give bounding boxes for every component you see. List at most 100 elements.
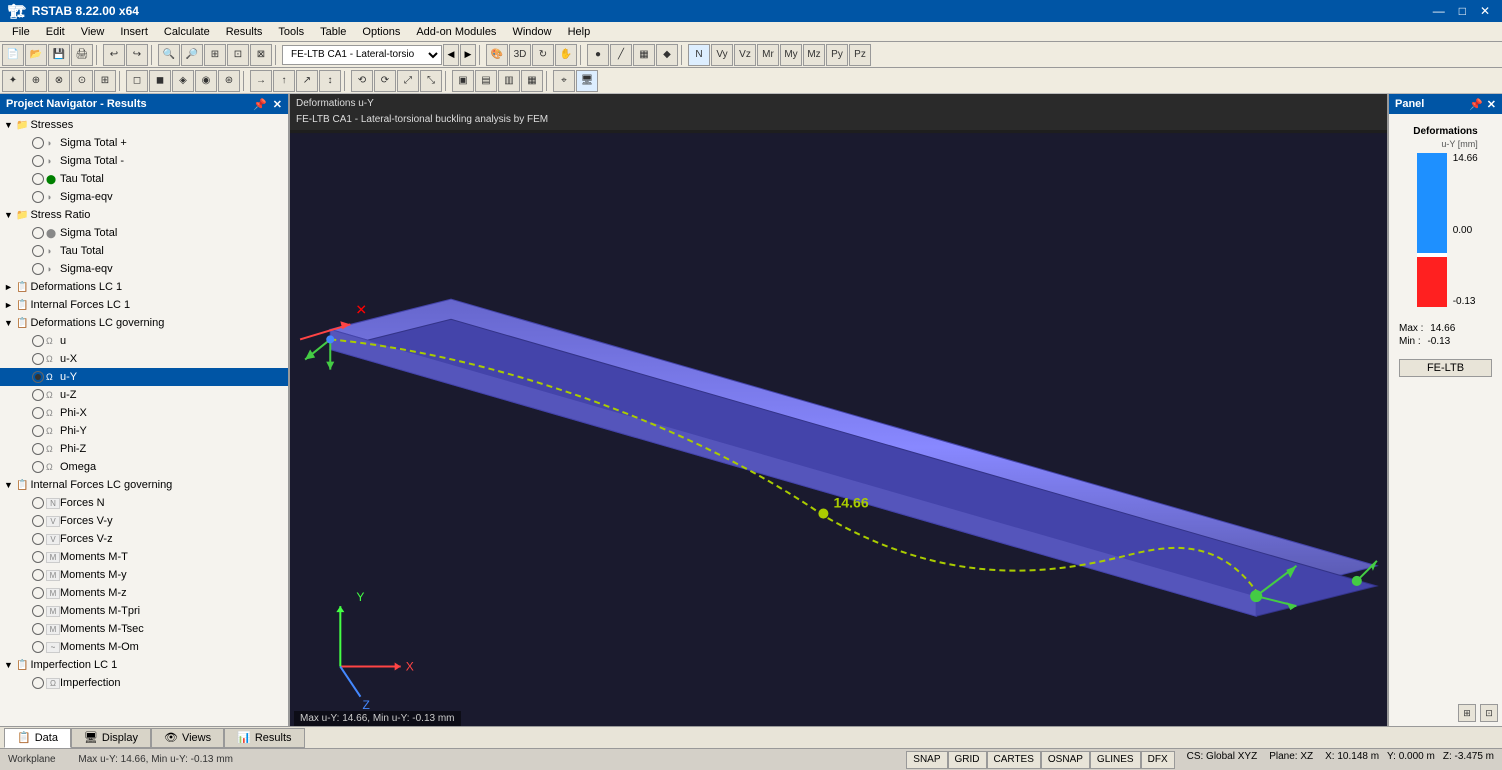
tb-result5[interactable]: My — [780, 44, 802, 66]
minimize-button[interactable]: — — [1429, 4, 1449, 18]
tree-item-phi-y[interactable]: Ω Phi-Y — [0, 422, 288, 440]
toggle-deform-lc1[interactable]: ► — [4, 282, 16, 292]
tab-views[interactable]: 👁 Views — [151, 728, 224, 748]
tb-3d[interactable]: 3D — [509, 44, 531, 66]
menu-view[interactable]: View — [73, 24, 113, 40]
tb2-3[interactable]: ⊗ — [48, 70, 70, 92]
ca-next[interactable]: ▶ — [460, 44, 476, 66]
tb-render[interactable]: 🎨 — [486, 44, 508, 66]
tb2-8[interactable]: ◈ — [172, 70, 194, 92]
snap-btn[interactable]: SNAP — [906, 751, 947, 769]
tb2-7[interactable]: ◼ — [149, 70, 171, 92]
left-panel-pin[interactable]: 📌 — [253, 98, 267, 111]
tb-redo[interactable]: ↪ — [126, 44, 148, 66]
right-panel-pin[interactable]: 📌 — [1469, 98, 1483, 111]
tree-item-sigma-total-plus[interactable]: ◑ Sigma Total + — [0, 134, 288, 152]
tb-surface[interactable]: ▦ — [633, 44, 655, 66]
tb2-9[interactable]: ◉ — [195, 70, 217, 92]
viewport-canvas[interactable]: X Z Y — [290, 130, 1387, 726]
tb2-18[interactable]: ⤡ — [420, 70, 442, 92]
tb-zoom-all[interactable]: ⊞ — [204, 44, 226, 66]
menu-addon[interactable]: Add-on Modules — [408, 24, 504, 40]
tree-item-intforces-lcgov[interactable]: ▼ 📋 Internal Forces LC governing — [0, 476, 288, 494]
tb2-20[interactable]: ▤ — [475, 70, 497, 92]
tree-item-imperfection[interactable]: Ω Imperfection — [0, 674, 288, 692]
tree-item-tau-total[interactable]: ⬤ Tau Total — [0, 170, 288, 188]
close-button[interactable]: ✕ — [1476, 4, 1494, 18]
tree-item-deform-lcgov[interactable]: ▼ 📋 Deformations LC governing — [0, 314, 288, 332]
tb2-5[interactable]: ⊞ — [94, 70, 116, 92]
tree-item-phi-z[interactable]: Ω Phi-Z — [0, 440, 288, 458]
tree-item-stress-ratio[interactable]: ▼ 📁 Stress Ratio — [0, 206, 288, 224]
tb-zoom-in[interactable]: 🔍 — [158, 44, 180, 66]
tb-line[interactable]: ╱ — [610, 44, 632, 66]
tb2-15[interactable]: ⟲ — [351, 70, 373, 92]
toggle-stress-ratio[interactable]: ▼ — [4, 210, 16, 220]
tb-result7[interactable]: Py — [826, 44, 848, 66]
cartes-btn[interactable]: CARTES — [987, 751, 1041, 769]
grid-btn[interactable]: GRID — [948, 751, 987, 769]
tree-item-moments-mtpri[interactable]: M Moments M-Tpri — [0, 602, 288, 620]
tb-zoom-sel[interactable]: ⊠ — [250, 44, 272, 66]
menu-file[interactable]: File — [4, 24, 38, 40]
menu-tools[interactable]: Tools — [270, 24, 312, 40]
tb2-19[interactable]: ▣ — [452, 70, 474, 92]
tb2-2[interactable]: ⊕ — [25, 70, 47, 92]
tree-item-sr-sigma-total[interactable]: ⬤ Sigma Total — [0, 224, 288, 242]
tree-item-intforces-lc1[interactable]: ► 📋 Internal Forces LC 1 — [0, 296, 288, 314]
tab-display[interactable]: 🖥 Display — [71, 728, 151, 748]
tb2-22[interactable]: ▦ — [521, 70, 543, 92]
ca-selector[interactable]: FE-LTB CA1 - Lateral-torsio — [282, 45, 442, 65]
maximize-button[interactable]: □ — [1455, 4, 1470, 18]
tree-item-sigma-total-minus[interactable]: ◑ Sigma Total - — [0, 152, 288, 170]
tree-item-forces-n[interactable]: N Forces N — [0, 494, 288, 512]
fetb-button[interactable]: FE-LTB — [1399, 359, 1492, 377]
tb2-14[interactable]: ↕ — [319, 70, 341, 92]
tree-item-u-z[interactable]: Ω u-Z — [0, 386, 288, 404]
glines-btn[interactable]: GLINES — [1090, 751, 1141, 769]
tb-undo[interactable]: ↩ — [103, 44, 125, 66]
toggle-imperfection-lc1[interactable]: ▼ — [4, 660, 16, 670]
tb-result8[interactable]: Pz — [849, 44, 871, 66]
tab-results[interactable]: 📊 Results — [224, 728, 304, 748]
tb-pan[interactable]: ✋ — [555, 44, 577, 66]
tree-item-moments-mom[interactable]: ~ Moments M-Om — [0, 638, 288, 656]
tb-print[interactable]: 🖨 — [71, 44, 93, 66]
tree-item-phi-x[interactable]: Ω Phi-X — [0, 404, 288, 422]
tb-result3[interactable]: Vz — [734, 44, 756, 66]
tree-item-forces-vy[interactable]: V Forces V-y — [0, 512, 288, 530]
tb2-12[interactable]: ↑ — [273, 70, 295, 92]
toggle-deform-lcgov[interactable]: ▼ — [4, 318, 16, 328]
tb2-16[interactable]: ⟳ — [374, 70, 396, 92]
toggle-intforces-lcgov[interactable]: ▼ — [4, 480, 16, 490]
menu-results[interactable]: Results — [218, 24, 271, 40]
tree-item-u-x[interactable]: Ω u-X — [0, 350, 288, 368]
tree-item-moments-mz[interactable]: M Moments M-z — [0, 584, 288, 602]
tb-rotate[interactable]: ↻ — [532, 44, 554, 66]
tree-item-sr-sigma-eqv[interactable]: ◑ Sigma-eqv — [0, 260, 288, 278]
dfx-btn[interactable]: DFX — [1141, 751, 1175, 769]
menu-help[interactable]: Help — [560, 24, 599, 40]
tree-item-u[interactable]: Ω u — [0, 332, 288, 350]
menu-insert[interactable]: Insert — [112, 24, 156, 40]
tree-item-moments-mt[interactable]: M Moments M-T — [0, 548, 288, 566]
tb-node[interactable]: ● — [587, 44, 609, 66]
tb2-4[interactable]: ⊙ — [71, 70, 93, 92]
tb-result4[interactable]: Mr — [757, 44, 779, 66]
tb2-17[interactable]: ⤢ — [397, 70, 419, 92]
toggle-intforces-lc1[interactable]: ► — [4, 300, 16, 310]
tree-item-deform-lc1[interactable]: ► 📋 Deformations LC 1 — [0, 278, 288, 296]
menu-edit[interactable]: Edit — [38, 24, 73, 40]
tb-result1[interactable]: N — [688, 44, 710, 66]
tree-item-moments-mtsec[interactable]: M Moments M-Tsec — [0, 620, 288, 638]
tree-item-omega[interactable]: Ω Omega — [0, 458, 288, 476]
tb2-1[interactable]: ✦ — [2, 70, 24, 92]
tree-item-stresses[interactable]: ▼ 📁 Stresses — [0, 116, 288, 134]
tb2-21[interactable]: ▥ — [498, 70, 520, 92]
tb-zoom-out[interactable]: 🔎 — [181, 44, 203, 66]
menu-options[interactable]: Options — [354, 24, 408, 40]
menu-calculate[interactable]: Calculate — [156, 24, 218, 40]
tb2-6[interactable]: ◻ — [126, 70, 148, 92]
toggle-stresses[interactable]: ▼ — [4, 120, 16, 130]
osnap-btn[interactable]: OSNAP — [1041, 751, 1090, 769]
